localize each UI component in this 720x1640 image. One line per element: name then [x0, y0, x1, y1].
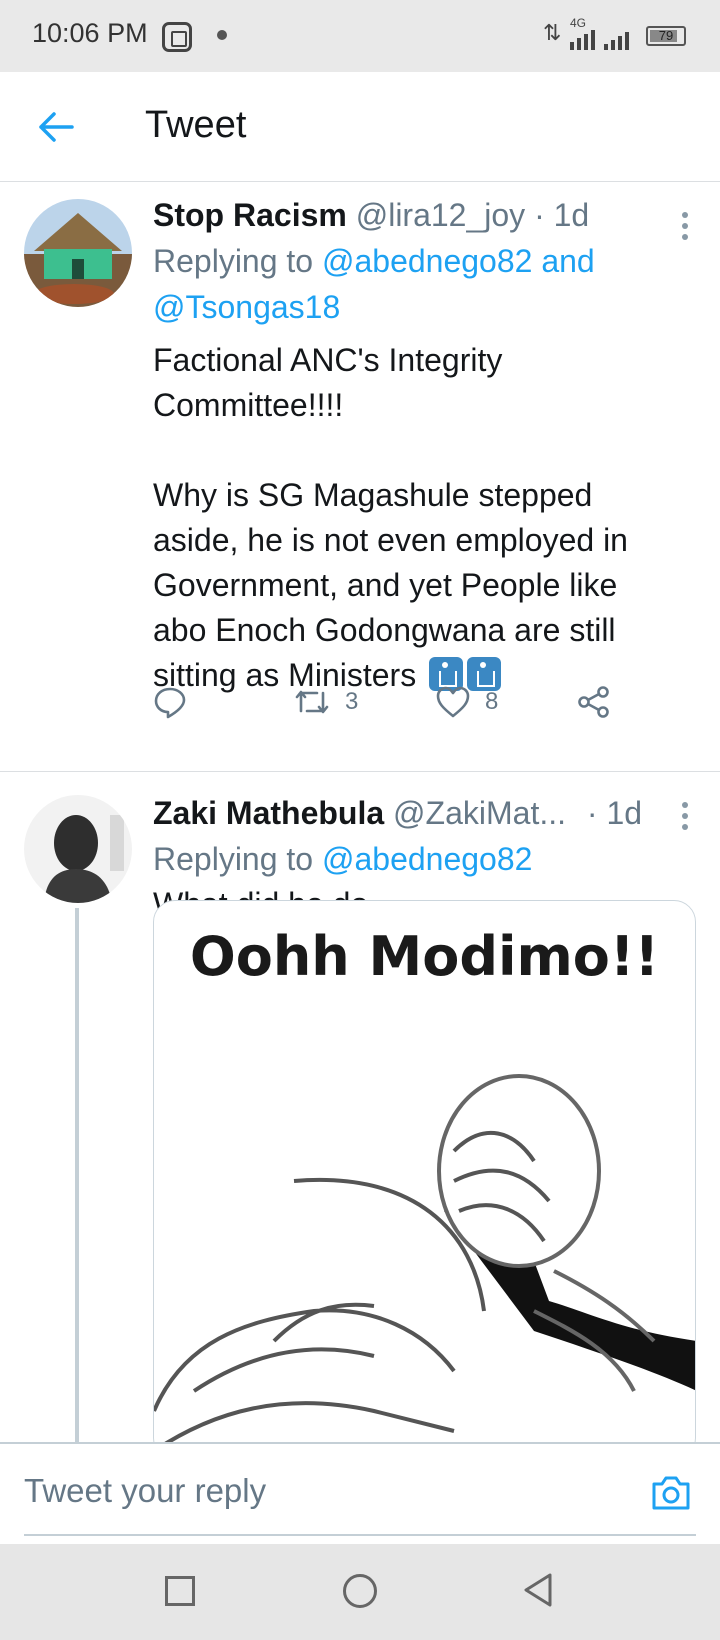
tweet-actions: 3 8 — [153, 682, 623, 722]
tweet-body: Factional ANC's Integrity Committee!!!! … — [153, 342, 628, 693]
tweet-time: 1d — [606, 795, 643, 831]
avatar[interactable] — [24, 199, 132, 307]
meta-separator: · — [534, 197, 545, 233]
status-time: 10:06 PM — [32, 18, 148, 48]
meta-separator: · — [586, 795, 598, 831]
camera-icon[interactable] — [650, 1474, 692, 1512]
recents-icon[interactable] — [165, 1576, 195, 1606]
system-nav-bar — [0, 1544, 720, 1640]
tweet-text: Factional ANC's Integrity Committee!!!! … — [153, 338, 672, 698]
mention-link[interactable]: @Tsongas18 — [153, 289, 340, 325]
battery-level: 79 — [658, 28, 674, 43]
media-caption: Oohh Modimo!! — [189, 925, 660, 988]
facepalm-drawing — [154, 1074, 695, 1453]
nav-back-icon[interactable] — [522, 1572, 554, 1608]
network-type: 4G — [570, 16, 587, 30]
retweet-icon — [295, 690, 329, 714]
tweet-time: 1d — [553, 197, 590, 233]
reply-composer: Tweet your reply — [0, 1442, 720, 1544]
tweet-content: Stop Racism @lira12_joy · 1d Replying to… — [153, 192, 672, 698]
more-options-icon[interactable] — [682, 212, 688, 240]
status-bar: 10:06 PM ⇅ 4G 79 — [0, 0, 720, 72]
author-handle[interactable]: @ZakiMat... — [393, 795, 566, 831]
mention-joiner[interactable]: and — [541, 243, 594, 279]
tweet[interactable]: Stop Racism @lira12_joy · 1d Replying to… — [0, 182, 720, 772]
author-handle[interactable]: @lira12_joy — [356, 197, 525, 233]
like-button[interactable]: 8 — [435, 682, 498, 722]
data-transfer-icon: ⇅ — [543, 20, 562, 45]
thread-connector — [75, 908, 79, 1448]
notification-app-icon — [162, 22, 192, 52]
retweet-count: 3 — [345, 688, 359, 715]
mention-link[interactable]: @abednego82 — [322, 243, 532, 279]
more-options-icon[interactable] — [682, 802, 688, 830]
tweet-media-image[interactable]: Oohh Modimo!! — [153, 900, 696, 1460]
tweet[interactable]: Zaki Mathebula @ZakiMat... · 1d Replying… — [0, 772, 720, 1460]
author-name[interactable]: Zaki Mathebula — [153, 795, 384, 831]
page-title: Tweet — [145, 104, 247, 146]
replying-to: Replying to @abednego82 — [153, 836, 672, 882]
reply-button[interactable] — [153, 682, 187, 722]
like-count: 8 — [485, 688, 499, 715]
home-icon[interactable] — [343, 1574, 377, 1608]
replying-prefix: Replying to — [153, 841, 314, 877]
tweet-meta: Stop Racism @lira12_joy · 1d — [153, 192, 672, 238]
notification-dot-icon — [217, 30, 227, 40]
top-app-bar: Tweet — [0, 72, 720, 182]
heart-icon — [436, 686, 470, 718]
reply-icon — [154, 687, 186, 719]
share-button[interactable] — [577, 682, 611, 722]
signal-icon — [570, 30, 630, 50]
avatar[interactable] — [24, 795, 132, 903]
battery-icon: 79 — [646, 26, 686, 46]
replying-to: Replying to @abednego82 and @Tsongas18 — [153, 238, 672, 330]
tweet-meta: Zaki Mathebula @ZakiMat... · 1d — [153, 790, 672, 836]
back-arrow-icon[interactable] — [36, 110, 76, 144]
share-icon — [578, 686, 609, 718]
input-underline — [24, 1534, 696, 1536]
mention-link[interactable]: @abednego82 — [322, 841, 532, 877]
replying-prefix: Replying to — [153, 243, 314, 279]
retweet-button[interactable]: 3 — [293, 682, 358, 722]
reply-input[interactable]: Tweet your reply — [24, 1472, 266, 1510]
author-name[interactable]: Stop Racism — [153, 197, 347, 233]
